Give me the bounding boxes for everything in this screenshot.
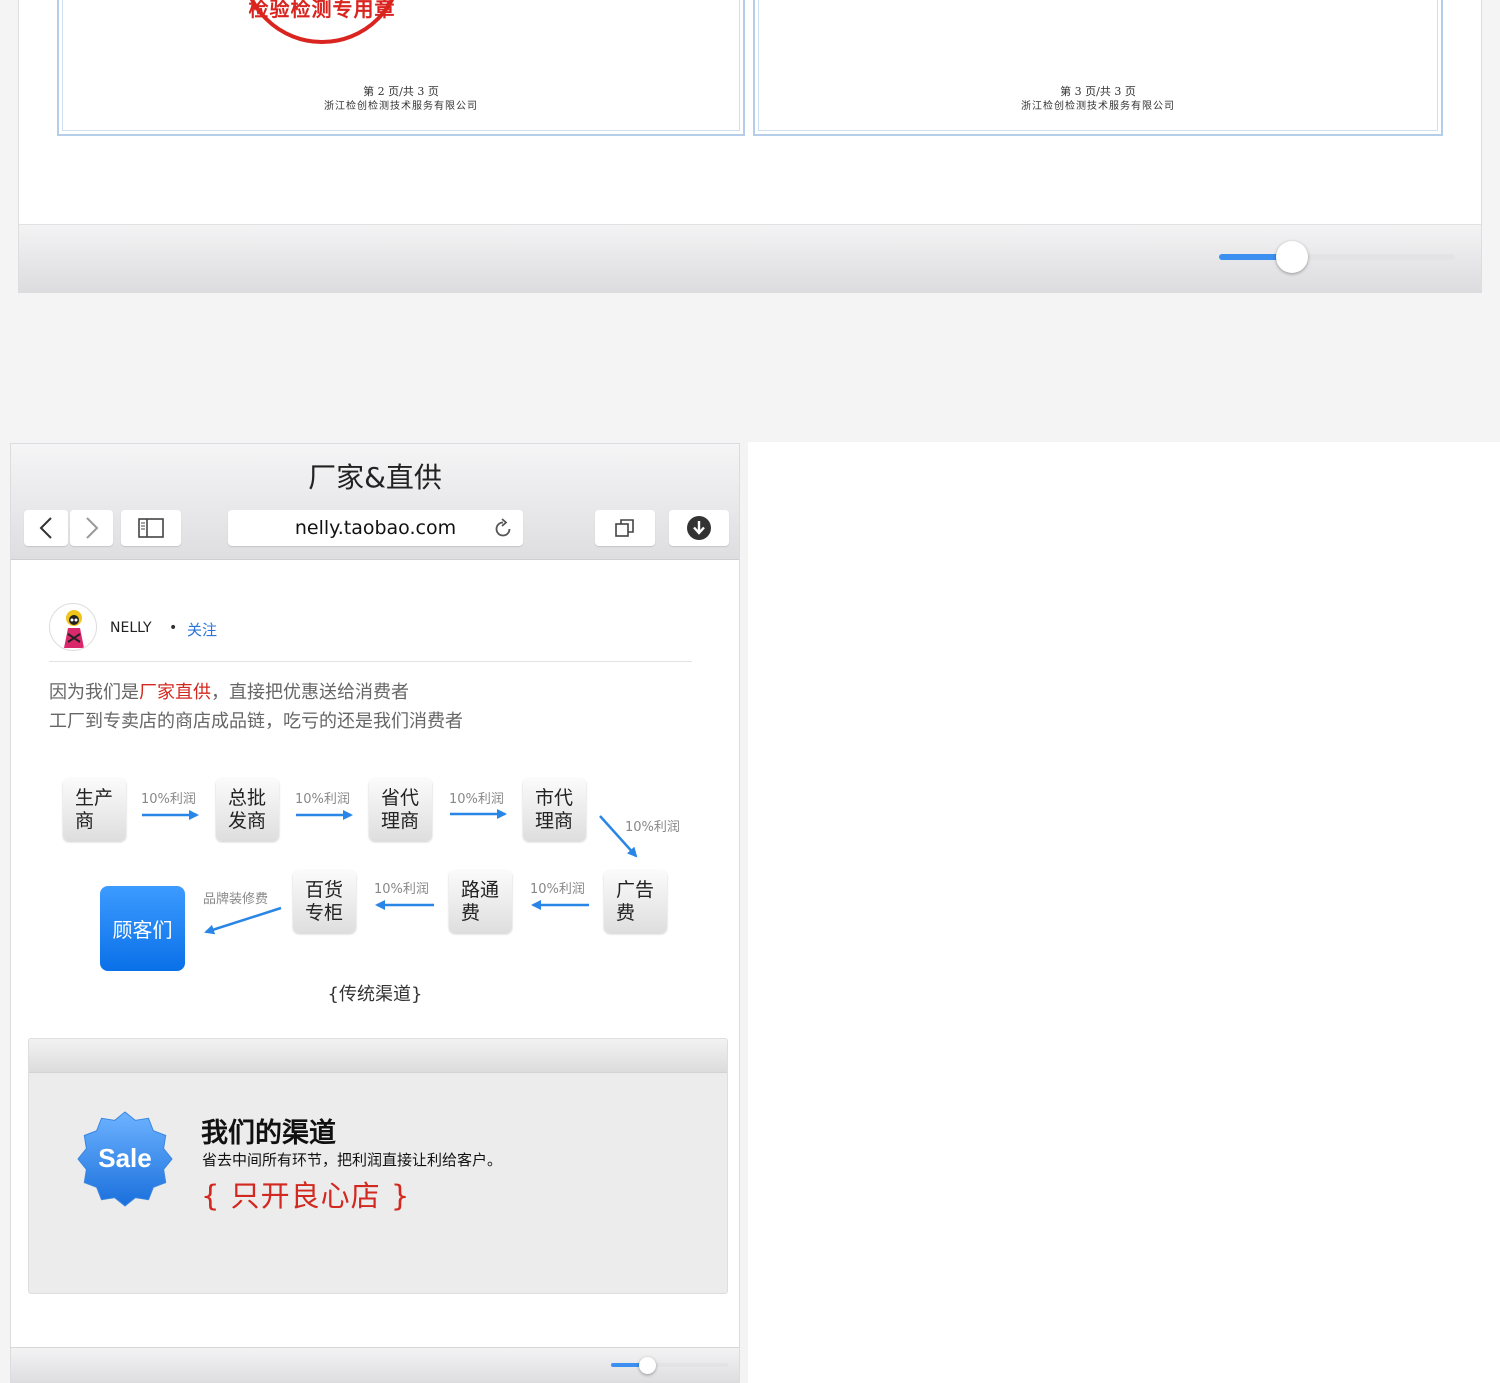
promo-header-bar bbox=[29, 1039, 727, 1073]
zoom-slider[interactable] bbox=[611, 1355, 728, 1375]
document-page-3: 第 3 页/共 3 页 浙江检创检测技术服务有限公司 bbox=[753, 0, 1443, 136]
promo-slogan: { 只开良心店 } bbox=[201, 1179, 411, 1213]
seal-text: 检验检测专用章 bbox=[248, 0, 396, 21]
promo-title: 我们的渠道 bbox=[201, 1118, 336, 1149]
page-number: 第 3 页/共 3 页 bbox=[1060, 85, 1136, 98]
flow-label-profit: 10%利润 bbox=[530, 882, 585, 897]
viewer-bottom-bar bbox=[19, 224, 1481, 293]
window-title: 厂家&直供 bbox=[308, 461, 442, 494]
flow-label-profit: 10%利润 bbox=[449, 792, 504, 807]
sidebar-button[interactable] bbox=[121, 510, 181, 546]
document-page-2: 检验检测专用章 第 2 页/共 3 页 浙江检创检测技术服务有限公司 bbox=[57, 0, 745, 136]
flow-node-city-agent: 市代 理商 bbox=[523, 778, 586, 841]
url-text: nelly.taobao.com bbox=[294, 517, 457, 539]
tabs-icon bbox=[615, 519, 634, 537]
chevron-left-icon bbox=[39, 517, 52, 539]
page-number: 第 2 页/共 3 页 bbox=[363, 85, 439, 98]
flow-node-customers: 顾客们 bbox=[100, 886, 185, 971]
flow-node-department-store: 百货 专柜 bbox=[293, 870, 356, 933]
flow-label-profit: 10%利润 bbox=[625, 820, 680, 835]
page-content: NELLY • 关注 因为我们是厂家直供，直接把优惠送给消费者 工厂到专卖店的商… bbox=[11, 560, 739, 1348]
promo-box: Sale 我们的渠道 省去中间所有环节，把利润直接让利给客户。 { 只开良心店 … bbox=[28, 1038, 728, 1294]
address-bar[interactable]: nelly.taobao.com bbox=[228, 510, 523, 546]
chevron-right-icon bbox=[85, 517, 98, 539]
zoom-slider-knob[interactable] bbox=[638, 1356, 656, 1374]
zoom-slider-knob[interactable] bbox=[1276, 241, 1309, 273]
document-viewer: 检验检测专用章 第 2 页/共 3 页 浙江检创检测技术服务有限公司 第 3 页… bbox=[18, 0, 1482, 293]
sale-badge-text: Sale bbox=[98, 1143, 152, 1173]
blank-area bbox=[748, 442, 1500, 1383]
company-name: 浙江检创检测技术服务有限公司 bbox=[1021, 101, 1175, 112]
flow-node-advertising: 广告费 bbox=[604, 870, 667, 933]
flow-node-wholesaler: 总批 发商 bbox=[216, 778, 279, 841]
flow-label-profit: 10%利润 bbox=[141, 792, 196, 807]
flow-node-road-fee: 路通费 bbox=[449, 870, 512, 933]
zoom-slider[interactable] bbox=[1219, 241, 1455, 273]
browser-bottom-bar bbox=[11, 1347, 739, 1382]
flow-node-provincial-agent: 省代 理商 bbox=[369, 778, 432, 841]
flow-label-profit: 10%利润 bbox=[295, 792, 350, 807]
reload-icon[interactable] bbox=[493, 518, 513, 540]
forward-button[interactable] bbox=[70, 510, 113, 546]
flow-label-decoration: 品牌装修费 bbox=[203, 892, 269, 907]
download-icon bbox=[687, 516, 711, 540]
sidebar-icon bbox=[138, 518, 164, 538]
company-name: 浙江检创检测技术服务有限公司 bbox=[324, 101, 478, 112]
back-button[interactable] bbox=[24, 510, 68, 546]
download-button[interactable] bbox=[669, 510, 729, 546]
flow-node-manufacturer: 生产商 bbox=[63, 778, 126, 841]
browser-toolbar: 厂家&直供 nelly.taobao.com bbox=[11, 444, 739, 560]
sale-badge-icon: Sale bbox=[77, 1111, 173, 1207]
flow-label-profit: 10%利润 bbox=[374, 882, 429, 897]
flow-caption: {传统渠道} bbox=[327, 984, 423, 1005]
promo-description: 省去中间所有环节，把利润直接让利给客户。 bbox=[202, 1151, 503, 1169]
browser-window: 厂家&直供 nelly.taobao.com NELLY • 关注 因为我们是厂… bbox=[10, 443, 740, 1383]
flow-arrow-7 bbox=[204, 906, 282, 935]
tabs-button[interactable] bbox=[595, 510, 655, 546]
